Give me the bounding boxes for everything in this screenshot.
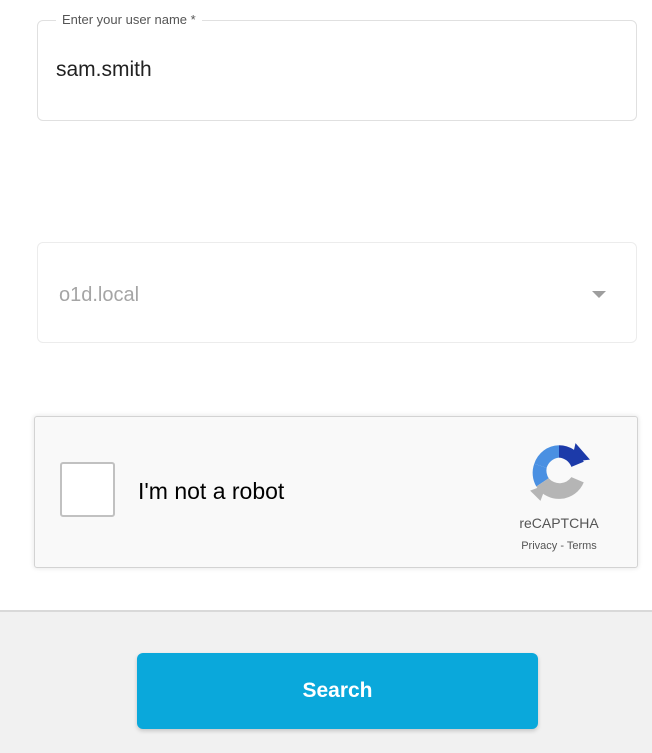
recaptcha-links: Privacy - Terms (491, 539, 627, 553)
username-label: Enter your user name * (56, 12, 202, 28)
username-field[interactable]: Enter your user name * sam.smith (37, 12, 637, 121)
recaptcha-widget: I'm not a robot reCAPTCHA Privacy - Term… (34, 416, 638, 568)
username-input[interactable]: sam.smith (56, 57, 152, 83)
recaptcha-brand: reCAPTCHA (519, 515, 599, 531)
search-form-page: Enter your user name * sam.smith o1d.loc… (0, 0, 652, 753)
recaptcha-label: I'm not a robot (138, 478, 285, 504)
chevron-down-icon[interactable] (592, 291, 606, 298)
search-button[interactable]: Search (137, 653, 538, 729)
recaptcha-logo-icon (530, 443, 590, 501)
privacy-link[interactable]: Privacy (521, 540, 557, 552)
terms-link[interactable]: Terms (567, 540, 597, 552)
domain-select[interactable]: o1d.local (37, 242, 637, 343)
domain-selected-value: o1d.local (59, 284, 140, 306)
link-separator: - (557, 540, 567, 552)
footer-bar: Search (0, 612, 652, 753)
recaptcha-checkbox[interactable] (60, 462, 115, 517)
